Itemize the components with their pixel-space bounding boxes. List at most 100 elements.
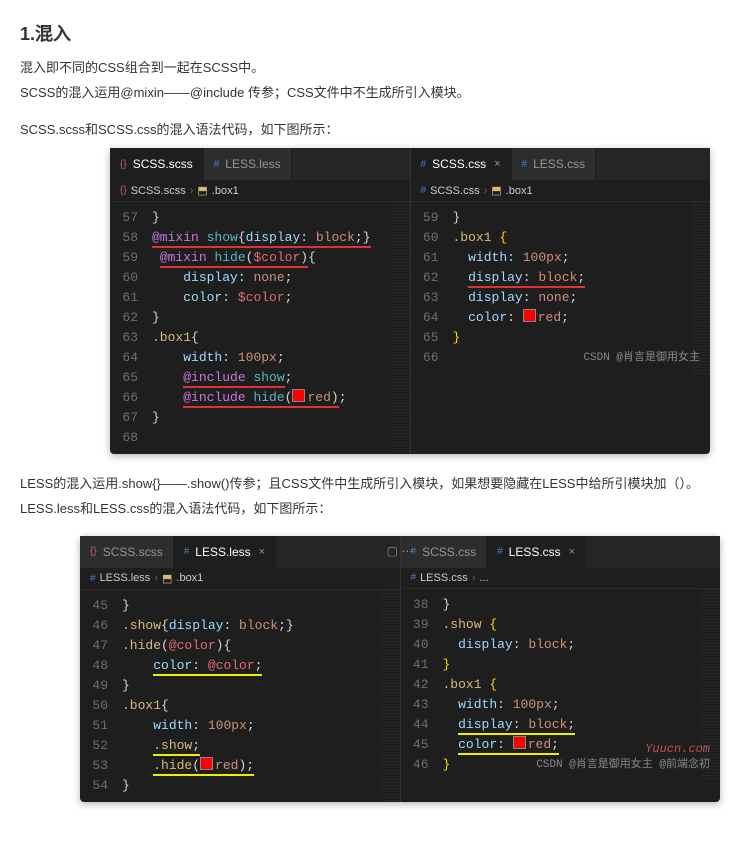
tab-label: SCSS.scss [133, 157, 193, 171]
editor-tab[interactable]: # LESS.css [512, 148, 597, 180]
file-icon: # [214, 159, 220, 170]
line-number: 67 [110, 408, 152, 428]
tab-label: SCSS.scss [103, 545, 163, 559]
line-number: 43 [401, 695, 443, 715]
code-area[interactable]: 57}58@mixin show{display: block;}59 @mix… [110, 202, 410, 454]
code-line: 40 display: block; [401, 635, 721, 655]
section-heading: 1.混入 [20, 20, 716, 46]
line-number: 64 [110, 348, 152, 368]
breadcrumb-file: LESS.css [420, 572, 468, 584]
code-line: 62} [110, 308, 410, 328]
file-icon: {} [120, 159, 127, 170]
code-line: 66 @include hide(red); [110, 388, 410, 408]
line-number: 54 [80, 776, 122, 796]
editor-tab[interactable]: # LESS.less × [174, 536, 276, 568]
minimap[interactable] [392, 202, 410, 454]
line-number: 38 [401, 595, 443, 615]
chevron-icon: › [484, 185, 488, 197]
close-icon[interactable]: × [569, 546, 575, 558]
code-line: 39.show { [401, 615, 721, 635]
line-number: 45 [80, 596, 122, 616]
line-number: 65 [411, 328, 453, 348]
code-line: 41} [401, 655, 721, 675]
code-line: 61 width: 100px; [411, 248, 711, 268]
code-line: 54} [80, 776, 400, 796]
editor-tab[interactable]: # SCSS.css × [411, 148, 512, 180]
close-icon[interactable]: × [259, 546, 265, 558]
code-line: 49} [80, 676, 400, 696]
line-number: 64 [411, 308, 453, 328]
code-line: 59} [411, 208, 711, 228]
code-line: 64 width: 100px; [110, 348, 410, 368]
code-line: 59 @mixin hide($color){ [110, 248, 410, 268]
code-line: 67} [110, 408, 410, 428]
line-number: 66 [411, 348, 453, 368]
code-line: 64 color: red; [411, 308, 711, 328]
code-line: 57} [110, 208, 410, 228]
line-number: 48 [80, 656, 122, 676]
code-line: 52 .show; [80, 736, 400, 756]
line-number: 58 [110, 228, 152, 248]
code-line: 50.box1{ [80, 696, 400, 716]
line-number: 60 [411, 228, 453, 248]
tab-label: LESS.less [225, 157, 280, 171]
breadcrumb[interactable]: #LESS.less›⬒.box1 [80, 568, 400, 590]
editor-tab[interactable]: # LESS.less [204, 148, 292, 180]
line-number: 61 [110, 288, 152, 308]
minimap[interactable] [382, 590, 400, 802]
tab-label: LESS.css [509, 545, 561, 559]
code-line: 65 @include show; [110, 368, 410, 388]
breadcrumb[interactable]: {}SCSS.scss›⬒.box1 [110, 180, 410, 202]
line-number: 44 [401, 715, 443, 735]
line-number: 51 [80, 716, 122, 736]
breadcrumb[interactable]: #LESS.css›... [401, 568, 721, 589]
tab-label: SCSS.css [432, 157, 486, 171]
file-icon: # [421, 159, 427, 170]
code-line: 65} [411, 328, 711, 348]
editor-tab[interactable]: {} SCSS.scss [110, 148, 204, 180]
code-line: 48 color: @color; [80, 656, 400, 676]
file-icon: {} [90, 546, 97, 557]
breadcrumb-symbol: .box1 [212, 185, 239, 197]
line-number: 41 [401, 655, 443, 675]
code-line: 45} [80, 596, 400, 616]
editor-tab[interactable]: {} SCSS.scss [80, 536, 174, 568]
chevron-icon: › [190, 185, 194, 197]
line-number: 46 [401, 755, 443, 775]
breadcrumb[interactable]: #SCSS.css›⬒.box1 [411, 180, 711, 202]
code-line: 60.box1 { [411, 228, 711, 248]
split-editor-icon[interactable]: ▢ ⋯ [387, 544, 414, 558]
line-number: 68 [110, 428, 152, 448]
code-line: 46.show{display: block;} [80, 616, 400, 636]
caption-2: LESS.less和LESS.css的混入语法代码，如下图所示： [20, 499, 716, 520]
code-area[interactable]: 59}60.box1 {61 width: 100px;62 display: … [411, 202, 711, 374]
file-icon: # [90, 573, 96, 584]
code-line: 63 display: none; [411, 288, 711, 308]
tab-label: LESS.css [533, 157, 585, 171]
breadcrumb-symbol: .box1 [176, 572, 203, 584]
file-icon: # [411, 572, 417, 583]
line-number: 52 [80, 736, 122, 756]
file-icon: # [184, 546, 190, 557]
editor-tab[interactable]: #SCSS.css [401, 536, 488, 568]
intro-text-3: LESS的混入运用.show{}——.show()传参；且CSS文件中生成所引入… [20, 474, 716, 495]
code-line: 43 width: 100px; [401, 695, 721, 715]
tab-label: LESS.less [195, 545, 250, 559]
line-number: 40 [401, 635, 443, 655]
line-number: 65 [110, 368, 152, 388]
line-number: 60 [110, 268, 152, 288]
code-line: 44 display: block; [401, 715, 721, 735]
watermark: CSDN @肖言是御用女主 [583, 348, 700, 368]
file-icon: # [522, 159, 528, 170]
line-number: 61 [411, 248, 453, 268]
code-line: 51 width: 100px; [80, 716, 400, 736]
close-icon[interactable]: × [494, 158, 500, 170]
editor-pane-left: {}SCSS.scss#LESS.less{}SCSS.scss›⬒.box15… [110, 148, 411, 454]
tab-label: SCSS.css [422, 545, 476, 559]
line-number: 57 [110, 208, 152, 228]
code-area[interactable]: 38}39.show {40 display: block;41}42.box1… [401, 589, 721, 781]
code-area[interactable]: 45}46.show{display: block;}47.hide(@colo… [80, 590, 400, 802]
intro-text-1: 混入即不同的CSS组合到一起在SCSS中。 [20, 58, 716, 79]
breadcrumb-file: SCSS.css [430, 185, 480, 197]
editor-tab[interactable]: #LESS.css× [487, 536, 586, 568]
